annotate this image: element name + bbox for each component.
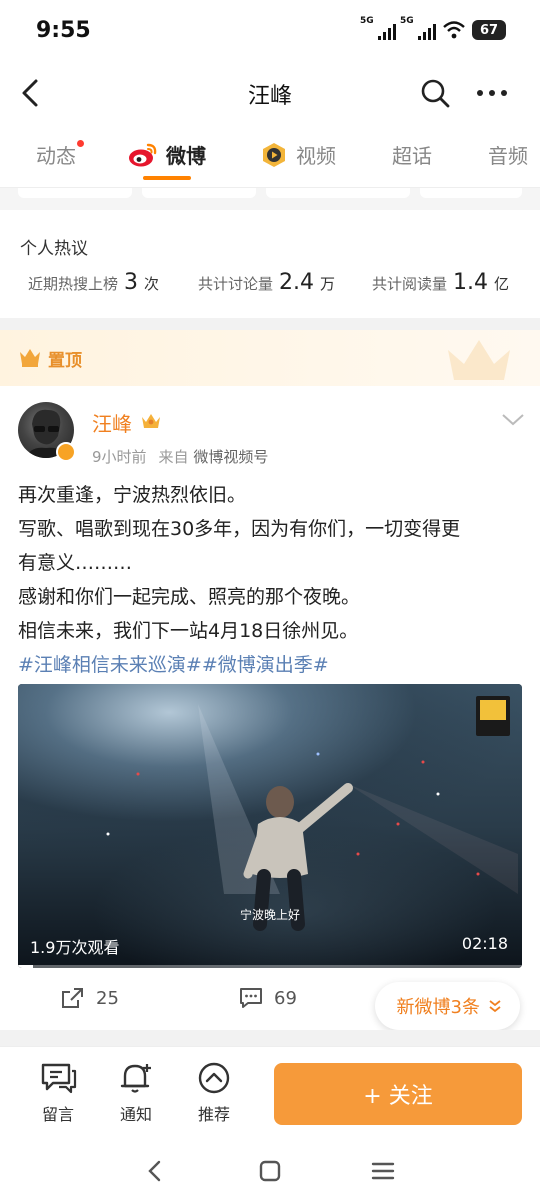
card-strip-edge <box>0 188 540 210</box>
post-time: 9小时前 <box>92 448 147 466</box>
notification-dot <box>77 140 84 147</box>
tab-weibo[interactable]: 微博 <box>128 140 206 169</box>
wifi-icon <box>443 21 465 39</box>
post-line: 相信未来，我们下一站4月18日徐州见。 <box>18 620 359 642</box>
message-button[interactable]: 留言 <box>28 1061 88 1125</box>
post-line: 写歌、唱歌到现在30多年，因为有你们，一切变得更 <box>18 518 461 540</box>
more-icon[interactable] <box>472 76 512 110</box>
post-line: 有意义……… <box>18 552 133 574</box>
tab-super-topic[interactable]: 超话 <box>392 140 432 169</box>
video-scene <box>106 696 518 931</box>
header: 汪峰 <box>0 62 540 124</box>
page-title: 汪峰 <box>247 84 292 109</box>
repost-button[interactable]: 25 <box>60 986 119 1010</box>
bell-plus-icon <box>120 1064 151 1093</box>
verified-badge-icon <box>56 442 76 462</box>
pinned-label: 置顶 <box>48 351 82 371</box>
comment-count: 69 <box>274 987 297 1009</box>
status-time: 9:55 <box>36 18 91 43</box>
divider <box>0 318 540 330</box>
status-bar: 9:55 5G 5G 67 <box>0 0 540 62</box>
video-progress <box>18 965 522 968</box>
view-count: 1.9万次观看 <box>30 938 120 957</box>
nav-menu-icon[interactable] <box>368 1156 398 1186</box>
tab-audio[interactable]: 音频 <box>488 140 528 169</box>
post-line: 感谢和你们一起完成、照亮的那个夜晚。 <box>18 586 361 608</box>
pinned-bar: 置顶 <box>0 330 540 386</box>
system-nav-bar <box>0 1142 540 1200</box>
signal-icon: 5G <box>360 16 396 40</box>
message-icon <box>41 1063 77 1094</box>
stat-discussion: 共计讨论量 2.4 万 <box>198 270 336 295</box>
post-meta: 9小时前 来自 微博视频号 <box>92 446 268 467</box>
nav-home-icon[interactable] <box>255 1156 285 1186</box>
bottom-action-bar: 留言 通知 推荐 + 关注 <box>0 1046 540 1142</box>
chevron-down-icon[interactable] <box>500 410 526 430</box>
tab-dynamics[interactable]: 动态 <box>36 140 84 169</box>
back-icon[interactable] <box>14 76 48 110</box>
notify-button[interactable]: 通知 <box>106 1061 166 1125</box>
nav-back-icon[interactable] <box>140 1156 170 1186</box>
weibo-logo-icon <box>129 143 157 166</box>
video-player[interactable]: 宁波晚上好 1.9万次观看 02:18 <box>18 684 522 968</box>
comment-button[interactable]: 69 <box>238 986 297 1010</box>
chevron-up-circle-icon <box>198 1062 230 1094</box>
crown-icon <box>20 349 40 367</box>
stat-hot-search: 近期热搜上榜 3 次 <box>28 270 160 295</box>
video-subtitle: 宁波晚上好 <box>239 908 300 922</box>
source-prefix: 来自 <box>158 448 189 466</box>
divider <box>0 1030 540 1046</box>
active-tab-indicator <box>143 176 191 180</box>
author-name[interactable]: 汪峰 <box>92 408 132 437</box>
repost-count: 25 <box>96 987 119 1009</box>
chevrons-down-icon <box>489 1000 501 1013</box>
signal-icon: 5G <box>400 16 436 40</box>
profile-tabs: 动态 微博 视频 超话 音频 <box>0 126 540 188</box>
hashtag-links[interactable]: #汪峰相信未来巡演##微博演出季# <box>18 648 528 682</box>
video-duration: 02:18 <box>461 934 508 953</box>
personal-heat-section: 个人热议 近期热搜上榜 3 次 共计讨论量 2.4 万 共计阅读量 1.4 亿 <box>0 214 540 318</box>
search-icon[interactable] <box>418 76 452 110</box>
pinned-post[interactable]: 置顶 汪峰 9小时前 来自 微博视频号 再次重逢，宁波热烈依旧。 写歌、唱歌到现… <box>0 330 540 1030</box>
battery-icon: 67 <box>472 20 506 40</box>
follow-button[interactable]: + 关注 <box>274 1063 522 1125</box>
tab-video[interactable]: 视频 <box>260 140 336 169</box>
recommend-button[interactable]: 推荐 <box>184 1061 244 1125</box>
comment-icon <box>240 988 262 1008</box>
post-text: 再次重逢，宁波热烈依旧。 写歌、唱歌到现在30多年，因为有你们，一切变得更 有意… <box>18 478 528 682</box>
share-icon <box>62 988 83 1008</box>
post-source[interactable]: 微博视频号 <box>193 448 268 466</box>
post-line: 再次重逢，宁波热烈依旧。 <box>18 484 247 506</box>
section-title: 个人热议 <box>20 239 88 259</box>
status-icons: 5G 5G 67 <box>360 16 506 40</box>
stat-reads: 共计阅读量 1.4 亿 <box>372 270 510 295</box>
crown-watermark-icon <box>448 340 510 380</box>
video-tab-icon <box>263 142 285 167</box>
new-posts-button[interactable]: 新微博3条 <box>374 982 520 1030</box>
vip-crown-icon <box>142 414 160 428</box>
